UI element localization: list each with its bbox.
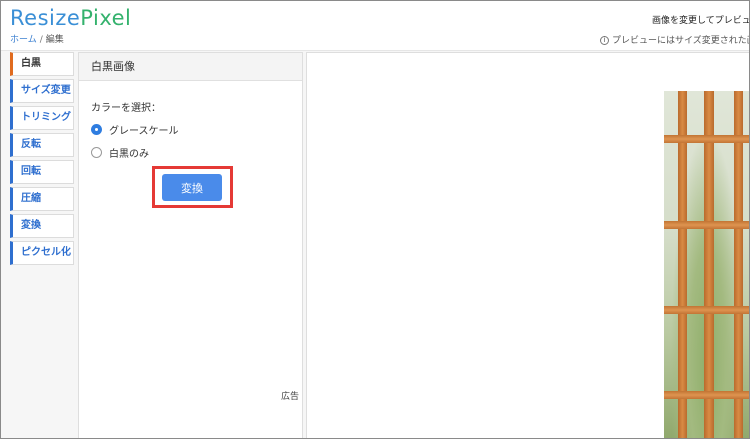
option-black-white-label: 白黒のみ [109,149,149,160]
preview-area [306,52,750,439]
breadcrumb-current: 編集 [45,35,64,45]
breadcrumb: ホーム / 編集 [10,32,64,45]
color-select-label: カラーを選択： [91,103,161,114]
sidebar-item-crop[interactable]: トリミング [10,106,74,130]
panel-title: 白黒画像 [79,53,302,81]
radio-black-white[interactable] [91,147,102,158]
logo-text-pixel: Pixel [80,6,132,30]
photo-bamboo-post [678,91,687,439]
sidebar-item-resize[interactable]: サイズ変更 [10,79,74,103]
radio-grayscale[interactable] [91,124,102,135]
breadcrumb-home-link[interactable]: ホーム [10,35,37,45]
preview-note-text: プレビューにはサイズ変更された画像が [612,36,750,46]
sidebar-item-flip[interactable]: 反転 [10,133,74,157]
header: ResizePixel ホーム / 編集 画像を変更してプレビュー i プレビューには… [0,0,750,50]
option-black-white[interactable]: 白黒のみ [91,145,149,160]
convert-button[interactable]: 変換 [162,174,222,201]
convert-button-highlight: 変換 [152,166,233,208]
option-grayscale-label: グレースケール [109,126,179,137]
photo-bamboo-rail [664,221,750,229]
photo-bamboo-rail [664,135,750,143]
resizepixel-logo[interactable]: ResizePixel [10,6,131,30]
photo-bamboo-rail [664,391,750,399]
photo-bamboo-post [734,91,743,439]
preview-image [664,91,750,439]
page-title: 画像を変更してプレビュー [652,16,750,26]
preview-note: iプレビューにはサイズ変更された画像が [600,33,750,46]
logo-text-resize: Resize [10,6,81,30]
sidebar-item-grayscale[interactable]: 白黒 [10,52,74,76]
option-grayscale[interactable]: グレースケール [91,122,179,137]
grayscale-panel: 白黒画像 カラーを選択： グレースケール 白黒のみ 変換 広告 [78,52,303,439]
breadcrumb-separator: / [39,35,43,45]
info-icon: i [600,36,609,45]
sidebar-item-convert[interactable]: 変換 [10,214,74,238]
photo-bamboo-rail [664,306,750,314]
ad-label: 広告 [281,392,300,402]
sidebar-item-pixelate[interactable]: ピクセル化 [10,241,74,265]
sidebar-item-rotate[interactable]: 回転 [10,160,74,184]
sidebar-item-compress[interactable]: 圧縮 [10,187,74,211]
tool-sidebar: 白黒 サイズ変更 トリミング 反転 回転 圧縮 変換 ピクセル化 [10,52,74,268]
photo-bamboo-post [704,91,714,439]
